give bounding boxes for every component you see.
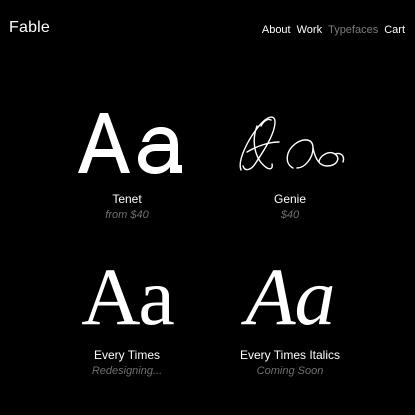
nav-typefaces[interactable]: Typefaces (328, 24, 378, 36)
specimen-genie (215, 112, 365, 192)
typeface-name: Genie (273, 192, 307, 206)
typeface-card-genie[interactable]: Genie $40 (215, 112, 365, 223)
typeface-price: from $40 (105, 209, 149, 221)
typeface-name: Tenet (112, 192, 142, 206)
typeface-name: Every Times Italics (239, 348, 341, 362)
genie-aa-glyph (239, 116, 345, 171)
main-nav: About Work Typefaces Cart (262, 24, 405, 36)
specimen-tenet (52, 112, 202, 192)
specimen-every-times-italics: Aa (215, 256, 365, 348)
typeface-name: Every Times (93, 348, 160, 362)
typeface-price: $40 (280, 209, 300, 221)
nav-work[interactable]: Work (297, 24, 322, 36)
typeface-status: Coming Soon (256, 365, 324, 377)
nav-cart[interactable]: Cart (384, 24, 405, 36)
tenet-aa-glyph (78, 113, 182, 174)
typeface-card-tenet[interactable]: Tenet from $40 (52, 112, 202, 223)
nav-about[interactable]: About (262, 24, 291, 36)
typeface-card-every-times-italics[interactable]: Aa Every Times Italics Coming Soon (215, 256, 365, 379)
typeface-card-every-times[interactable]: Aa Every Times Redesigning... (52, 256, 202, 379)
specimen-every-times: Aa (52, 256, 202, 348)
every-times-aa-glyph: Aa (81, 251, 175, 342)
logo[interactable]: Fable (9, 19, 50, 37)
every-times-italics-aa-glyph: Aa (245, 251, 335, 342)
typeface-status: Redesigning... (91, 365, 163, 377)
